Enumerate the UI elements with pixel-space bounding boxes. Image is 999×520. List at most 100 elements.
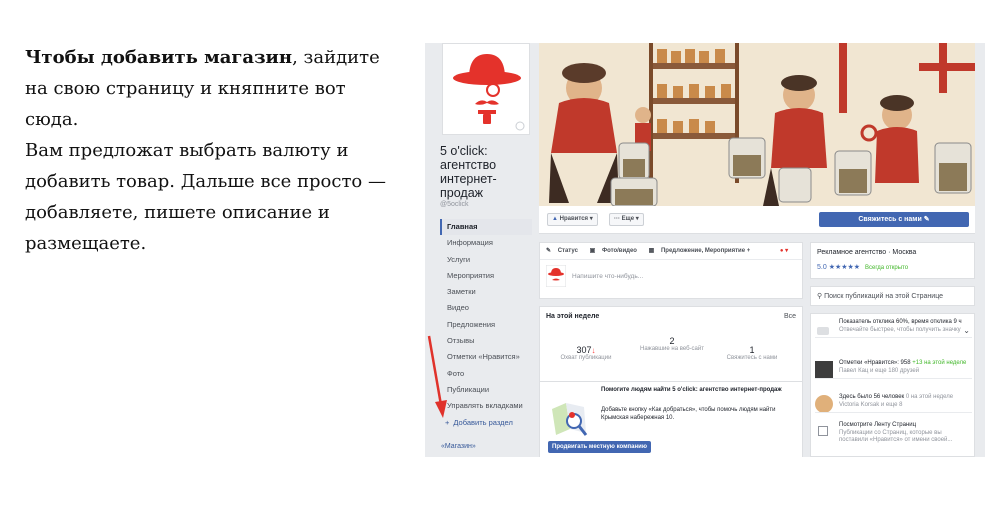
arrow-down-icon: ↓ [591, 346, 596, 355]
page-title: 5 o'click: агентство интернет-продаж [440, 144, 497, 200]
status-tab[interactable]: ✎ Статус [546, 248, 583, 254]
page-selector[interactable]: ● ▾ [780, 248, 788, 254]
post-composer: ✎ Статус ▣ Фото/видео ▦ Предложение, Мер… [539, 242, 803, 299]
nav-item-likes[interactable]: Отметки «Нравится» [440, 349, 532, 365]
composer-divider [540, 259, 802, 260]
search-input[interactable]: ⚲ Поиск публикаций на этой Странице [817, 292, 943, 300]
thumbs-up-icon: ▲ [552, 216, 558, 222]
map-pin-illustration [552, 403, 588, 436]
nav-item-reviews[interactable]: Отзывы [440, 333, 532, 349]
add-section-link[interactable]: + Добавить раздел [445, 418, 513, 427]
page-handle: @5oclick [440, 201, 469, 208]
calendar-icon: ▦ [648, 248, 655, 254]
like-button[interactable]: ▲ Нравится ▾ [547, 213, 598, 226]
stat-website-value: 2 [669, 336, 675, 346]
stat-contact-label: Свяжитесь с нами [726, 355, 778, 361]
photo-tab[interactable]: ▣ Фото/видео [590, 248, 642, 254]
nav-item-home[interactable]: Главная [440, 219, 532, 236]
rating-value: 5.0 [817, 264, 827, 271]
cover-illustration [539, 43, 975, 206]
nav-item-events[interactable]: Мероприятия [440, 268, 532, 284]
response-rate-text: Показатель отклика 60%, время отклика 9 … [839, 319, 962, 325]
likes-count: Отметки «Нравится»: 958 [839, 360, 911, 366]
feed-icon [818, 426, 828, 436]
likes-friends: Павел Кац и еще 180 друзей [839, 367, 920, 374]
page-avatar-small [546, 265, 566, 287]
chat-icon [817, 327, 829, 335]
chevron-down-icon[interactable]: ⌄ [963, 327, 970, 335]
facebook-page-screenshot: 5 o'click: агентство интернет-продаж @5o… [425, 43, 985, 457]
nav-item-video[interactable]: Видео [440, 300, 532, 316]
more-button[interactable]: ··· Еще ▾ [609, 213, 644, 226]
checkins-count: Здесь было 56 человек [839, 394, 905, 400]
cover-photo[interactable] [539, 43, 975, 206]
stat-website-clicks[interactable]: 2 Нажавшие на веб-сайт [632, 336, 712, 353]
promo-text: Добавьте кнопку «Как добраться», чтобы п… [601, 407, 776, 421]
see-all-link[interactable]: Все [784, 313, 796, 320]
article-line-1: Чтобы добавить магазин, зайдите [25, 42, 395, 73]
article-line-2: на свою страницу и княпните вот [25, 78, 346, 99]
stat-contact[interactable]: 1 Свяжитесь с нами [712, 345, 792, 362]
composer-input[interactable]: Напишите что-нибудь... [572, 273, 643, 280]
contact-button[interactable]: Свяжитесь с нами ✎ [819, 212, 969, 227]
article-bold: Чтобы добавить магазин [25, 47, 293, 68]
article-line-6: добавляете, пишете описание и [25, 202, 330, 223]
response-rate-row[interactable]: Показатель отклика 60%, время отклика 9 … [815, 319, 972, 338]
checkins-friends: Victoria Korsak и еще 8 [839, 401, 903, 408]
promote-button[interactable]: Продвигать местную компанию [548, 441, 651, 453]
insights-card: Показатель отклика 60%, время отклика 9 … [810, 313, 975, 457]
nav-item-info[interactable]: Информация [440, 235, 532, 251]
nav-item-manage-tabs[interactable]: Управлять вкладками [440, 398, 532, 414]
page-search[interactable]: ⚲ Поиск публикаций на этой Странице [810, 286, 975, 306]
liker-avatar [815, 361, 833, 379]
checkins-week: 0 на этой неделе [905, 394, 954, 400]
page-avatar[interactable] [442, 43, 530, 135]
nav-item-offers[interactable]: Предложения [440, 317, 532, 333]
checkins-row[interactable]: Здесь было 56 человек 0 на этой неделе Vi… [815, 394, 972, 413]
likes-week: +13 на этой неделе [912, 360, 967, 366]
article-text: Чтобы добавить магазин, зайдите на свою … [25, 42, 395, 259]
visitor-avatar [815, 395, 833, 413]
pencil-icon: ✎ [923, 216, 930, 223]
add-section-label: Добавить раздел [453, 418, 513, 427]
article-line-5: добавить товар. Дальше все просто — [25, 171, 386, 192]
stat-contact-value: 1 [749, 345, 755, 355]
page-rating[interactable]: 5.0 ★★★★★ Всегда открыто [817, 263, 908, 271]
camera-icon: ▣ [589, 248, 596, 254]
photo-label: Фото/видео [601, 248, 637, 254]
article-line-4: Вам предложат выбрать валюту и [25, 140, 349, 161]
status-label: Статус [557, 248, 578, 254]
plus-icon: + [445, 418, 450, 427]
more-label: Еще [621, 216, 635, 222]
nav-item-services[interactable]: Услуги [440, 252, 532, 268]
search-icon: ⚲ [817, 293, 823, 300]
likes-row[interactable]: Отметки «Нравится»: 958 +13 на этой неде… [815, 360, 972, 379]
nav-item-posts[interactable]: Публикации [440, 382, 532, 398]
about-card: Рекламное агентство · Москва 5.0 ★★★★★ В… [810, 242, 975, 279]
page-nav: Главная Информация Услуги Мероприятия За… [440, 219, 532, 415]
shop-caption: «Магазин» [441, 443, 476, 450]
this-week-card: На этой неделе Все 307↓ Охват публикации… [539, 306, 803, 382]
offer-label: Предложение, Мероприятие + [660, 248, 751, 254]
page-category: Рекламное агентство · Москва [817, 249, 917, 256]
pages-feed-text: Публикации со Страниц, которые вы постав… [839, 429, 953, 444]
pages-feed-row[interactable]: Посмотрите Ленту Страниц Публикации со Ст… [815, 422, 972, 445]
contact-label: Свяжитесь с нами [858, 216, 922, 223]
open-hours: Всегда открыто [865, 265, 909, 271]
offer-tab[interactable]: ▦ Предложение, Мероприятие + [649, 248, 756, 254]
promo-title: Помогите людям найти 5 o'click: агентств… [601, 387, 782, 393]
action-bar: ▲ Нравится ▾ ··· Еще ▾ Свяжитесь с нами … [539, 206, 975, 234]
pages-feed-title: Посмотрите Ленту Страниц [839, 422, 917, 428]
stat-website-label: Нажавшие на веб-сайт [640, 346, 704, 352]
promote-card: Помогите людям найти 5 o'click: агентств… [539, 382, 803, 457]
stat-reach-label: Охват публикации [560, 355, 612, 361]
pencil-icon: ✎ [546, 248, 552, 254]
nav-item-photos[interactable]: Фото [440, 366, 532, 382]
article-line-1-rest: , зайдите [292, 47, 380, 68]
composer-tabs: ✎ Статус ▣ Фото/видео ▦ Предложение, Мер… [546, 247, 793, 254]
like-label: Нравится [559, 216, 589, 222]
stat-reach[interactable]: 307↓ Охват публикации [546, 345, 626, 362]
nav-item-notes[interactable]: Заметки [440, 284, 532, 300]
stat-reach-value: 307 [576, 345, 592, 355]
article-line-7: размещаете. [25, 233, 147, 254]
